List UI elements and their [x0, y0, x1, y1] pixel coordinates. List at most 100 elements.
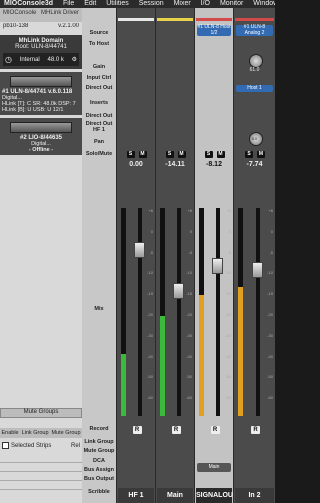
fader-handle[interactable]	[211, 258, 223, 275]
fader-track[interactable]	[137, 208, 142, 416]
fader-value: -7.74	[246, 161, 263, 168]
pan-value: 0.0	[251, 136, 258, 141]
app-menu[interactable]: MIOConsole3d	[4, 0, 53, 8]
fader-handle[interactable]	[252, 262, 263, 279]
scribble-strip[interactable]: SIGNALOUT	[196, 488, 237, 503]
source-selector[interactable]: #1 ULN-8 Host 1/2	[197, 24, 231, 36]
label-bus-output: Bus Output	[84, 476, 114, 482]
fader-value: -14.11	[165, 161, 185, 168]
mute-button[interactable]: M	[216, 151, 225, 158]
scale-tick: -60	[147, 395, 153, 401]
record-button[interactable]: R	[171, 426, 181, 434]
record-button[interactable]: R	[210, 426, 220, 434]
bus-assign-button[interactable]: Main	[197, 463, 231, 472]
selected-strips-row: Selected Strips Rel	[2, 441, 80, 450]
group-row[interactable]	[0, 463, 82, 472]
level-meter-fill	[160, 316, 165, 416]
channel-strip-1: S M -14.11 +6 0 -5 -10 -15 -20 -30 -40 -50 -60 R Main	[155, 8, 194, 503]
menu-session[interactable]: Session	[139, 0, 164, 8]
scale-tick: -30	[186, 332, 192, 338]
scale-tick: -50	[225, 374, 231, 380]
gain-knob[interactable]	[249, 54, 263, 68]
menu-io[interactable]: I/O	[201, 0, 210, 8]
scale-tick: -10	[186, 270, 192, 276]
scale-tick: -50	[147, 374, 153, 380]
fader-track[interactable]	[176, 208, 181, 416]
domain-block: MhLink Domain Root: ULN-8/44741 ◷ Intern…	[0, 35, 82, 69]
tab-link-group[interactable]: Link Group	[22, 428, 49, 438]
clock-source: Internal	[19, 56, 40, 63]
fader-track[interactable]	[256, 208, 260, 416]
solo-button[interactable]: S	[245, 151, 253, 158]
scale-tick: -40	[225, 353, 231, 359]
menu-mixer[interactable]: Mixer	[174, 0, 191, 8]
record-button[interactable]: R	[251, 426, 260, 434]
scale-tick: -30	[267, 332, 273, 338]
solo-button[interactable]: S	[165, 151, 174, 158]
scale-tick: -60	[225, 395, 231, 401]
scribble-strip[interactable]: HF 1	[118, 488, 154, 503]
solo-button[interactable]: S	[126, 151, 135, 158]
unit1-line3: HLink [B]: U USB: U 12/1	[2, 107, 64, 113]
level-meter-fill	[121, 353, 126, 416]
menubar: MIOConsole3d File Edit Utilities Session…	[0, 0, 275, 8]
scale-tick: -60	[267, 395, 273, 401]
group-row[interactable]	[0, 454, 82, 463]
scribble-strip[interactable]: Main	[157, 488, 193, 503]
menu-edit[interactable]: Edit	[84, 0, 96, 8]
solo-button[interactable]: S	[204, 151, 213, 158]
gain-value: 61.0	[249, 67, 260, 73]
label-input-ctrl: Input Ctrl	[86, 75, 112, 81]
channel-color-bar	[235, 18, 274, 21]
menu-file[interactable]: File	[63, 0, 74, 8]
scale-tick: -50	[267, 374, 273, 380]
tab-mioconsole[interactable]: MIOConsole	[3, 10, 36, 20]
tab-enable[interactable]: Enable	[1, 428, 18, 438]
direct-out-selector[interactable]: Host 1	[236, 85, 273, 92]
menu-utilities[interactable]: Utilities	[106, 0, 129, 8]
record-button[interactable]: R	[132, 426, 142, 434]
mute-button[interactable]: M	[177, 151, 186, 158]
selected-strips-checkbox[interactable]	[2, 442, 9, 449]
level-meter-fill	[199, 295, 204, 416]
mute-button[interactable]: M	[138, 151, 147, 158]
menu-window[interactable]: Window	[253, 0, 275, 8]
unit-card-2[interactable]: #2 LIO-8/44635 Digital... - Offline -	[0, 118, 82, 155]
label-direct-out-2: Direct Out	[85, 113, 113, 119]
unit-card-1[interactable]: #1 ULN-8/44741 v.6.0.118 Digital... HLin…	[0, 72, 82, 115]
scale-tick: -20	[267, 312, 273, 317]
scale-tick: -15	[225, 291, 231, 297]
group-row[interactable]	[0, 481, 82, 490]
channel-strip-0: S M 0.00 +6 0 -5 -10 -15 -20 -30 -40 -50 -60 R HF 1	[116, 8, 155, 503]
mute-button[interactable]: M	[257, 151, 265, 158]
level-meter	[199, 208, 204, 416]
fader-track[interactable]	[215, 208, 220, 416]
fader-handle[interactable]	[133, 241, 145, 258]
tab-mhlink-driver[interactable]: MHLink Driver	[41, 10, 79, 20]
mute-groups-button[interactable]: Mute Groups	[0, 408, 82, 418]
left-panel: MIOConsole MHLink Driver pb10-138 v.2.1.…	[0, 8, 82, 503]
gear-icon[interactable]: ⚙	[72, 56, 77, 63]
fader-value: -8.12	[206, 161, 222, 168]
unit2-status: - Offline -	[28, 147, 54, 153]
channel-color-bar	[118, 18, 154, 21]
clock-icon: ◷	[5, 55, 12, 64]
scale-tick: -20	[225, 312, 231, 317]
channel-strip-2: #1 ULN-8 Host 1/2 S M -8.12 +6 0 -5 -10 -15 -20 -3…	[194, 8, 237, 503]
group-row[interactable]	[0, 472, 82, 481]
scale-tick: -5	[149, 249, 153, 255]
label-mix: Mix	[94, 306, 104, 312]
selected-strips-label: Selected Strips	[11, 442, 52, 449]
version-label: v.2.1.00	[58, 23, 79, 29]
source-selector[interactable]: #1 ULN-8 Analog 2	[236, 24, 273, 36]
menu-monitor[interactable]: Monitor	[220, 0, 243, 8]
clock-row[interactable]: ◷ Internal 48.0 k ⚙	[3, 53, 79, 66]
fader-handle[interactable]	[172, 283, 184, 300]
rel-label[interactable]: Rel	[71, 443, 80, 449]
scale-tick: -10	[225, 270, 231, 276]
label-mute-group: Mute Group	[83, 448, 115, 454]
scribble-strip[interactable]: In 2	[235, 488, 274, 503]
level-meter	[160, 208, 165, 416]
session-row: pb10-138 v.2.1.00	[0, 23, 82, 29]
tab-mute-group[interactable]: Mute Group	[51, 428, 80, 438]
